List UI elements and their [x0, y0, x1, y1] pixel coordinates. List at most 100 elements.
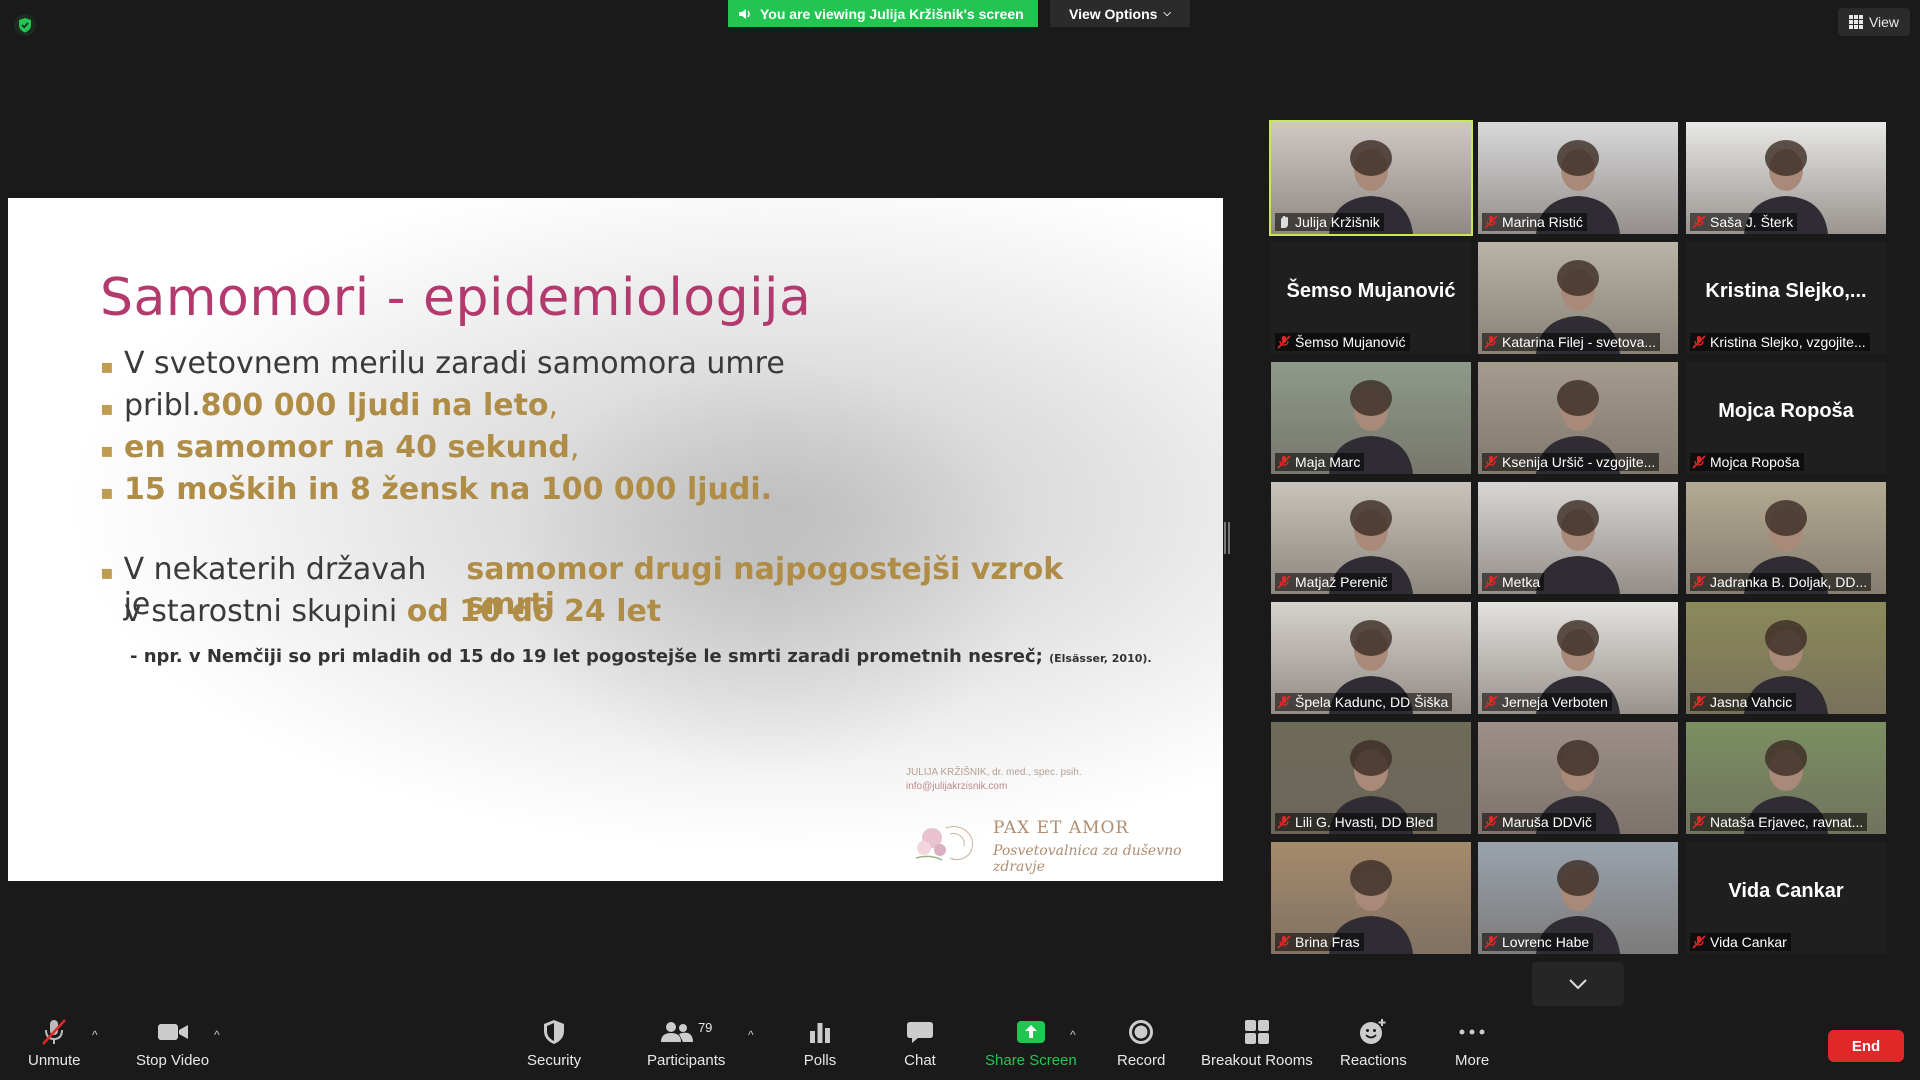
share-screen-label: Share Screen: [985, 1052, 1077, 1069]
share-options-caret[interactable]: ^: [1070, 1028, 1076, 1042]
participant-tile[interactable]: Šemso Mujanović Šemso Mujanović: [1271, 242, 1471, 354]
breakout-rooms-icon: [1240, 1018, 1274, 1046]
bullet-line: ▪ V nekaterih državah je samomor drugi na…: [100, 552, 1064, 622]
video-camera-icon: [156, 1018, 190, 1046]
muted-microphone-icon: [1484, 935, 1498, 949]
more-label: More: [1455, 1052, 1490, 1069]
bullet-line: ▪ pribl. 800 000 ljudi na leto,: [100, 388, 559, 423]
share-screen-button[interactable]: Share Screen: [985, 1018, 1077, 1069]
muted-microphone-icon: [1277, 695, 1291, 709]
unmute-label: Unmute: [28, 1052, 81, 1069]
participant-tile[interactable]: Katarina Filej - svetova...: [1478, 242, 1678, 354]
participant-tile[interactable]: Maja Marc: [1271, 362, 1471, 474]
participant-tile[interactable]: Ksenija Uršič - vzgojite...: [1478, 362, 1678, 474]
gallery-scroll-down-button[interactable]: [1532, 962, 1624, 1006]
chat-bubble-icon: [903, 1018, 937, 1046]
participant-name-label: Jadranka B. Doljak, DD...: [1690, 573, 1872, 591]
splitter-handle[interactable]: [1224, 522, 1230, 554]
end-meeting-button[interactable]: End: [1828, 1030, 1904, 1062]
video-options-caret[interactable]: ^: [214, 1028, 220, 1042]
participant-tile[interactable]: Metka: [1478, 482, 1678, 594]
muted-microphone-icon: [1277, 335, 1291, 349]
muted-microphone-icon: [1484, 815, 1498, 829]
encryption-shield-icon[interactable]: [14, 14, 36, 36]
brand-subtitle: Posvetovalnica za duševno zdravje: [993, 843, 1182, 875]
muted-microphone-icon: [1692, 815, 1706, 829]
participant-name-label: Jerneja Verboten: [1482, 693, 1612, 711]
participants-icon-group: 79: [656, 1018, 716, 1046]
participant-name-label: Matjaž Perenič: [1275, 573, 1392, 591]
muted-microphone-icon: [1484, 575, 1498, 589]
participant-tile[interactable]: Nataša Erjavec, ravnat...: [1686, 722, 1886, 834]
participant-name-label: Lovrenc Habe: [1482, 933, 1594, 951]
stop-video-button[interactable]: Stop Video: [136, 1018, 209, 1069]
muted-microphone-icon: [1277, 575, 1291, 589]
participant-name-label: Špela Kadunc, DD Šiška: [1275, 693, 1453, 711]
security-label: Security: [527, 1052, 582, 1069]
brand-name: PAX ET AMOR: [993, 818, 1130, 838]
participant-name-label: Nataša Erjavec, ravnat...: [1690, 813, 1868, 831]
participant-tile[interactable]: Julija Kržišnik: [1269, 120, 1473, 236]
reactions-button[interactable]: Reactions: [1340, 1018, 1407, 1069]
more-button[interactable]: More: [1455, 1018, 1489, 1069]
participant-tile[interactable]: Matjaž Perenič: [1271, 482, 1471, 594]
participant-name-placeholder: Mojca Ropoša: [1718, 400, 1854, 422]
more-dots-icon: [1455, 1018, 1489, 1046]
muted-microphone-icon: [1484, 215, 1498, 229]
participant-tile[interactable]: Mojca Ropoša Mojca Ropoša: [1686, 362, 1886, 474]
participant-tile[interactable]: Lovrenc Habe: [1478, 842, 1678, 954]
muted-microphone-icon: [1484, 695, 1498, 709]
banner-text: You are viewing Julija Kržišnik's screen: [760, 5, 1024, 22]
participant-name-placeholder: Vida Cankar: [1728, 880, 1844, 902]
muted-microphone-icon: [1277, 455, 1291, 469]
polls-icon: [803, 1018, 837, 1046]
participant-name-placeholder: Kristina Slejko,...: [1705, 280, 1867, 302]
participant-tile[interactable]: Jadranka B. Doljak, DD...: [1686, 482, 1886, 594]
unmute-button[interactable]: Unmute: [28, 1018, 81, 1069]
muted-microphone-icon: [37, 1018, 71, 1046]
slide-title: Samomori - epidemiologija: [100, 268, 812, 328]
participant-name-label: Metka: [1482, 573, 1545, 591]
audio-options-caret[interactable]: ^: [92, 1028, 98, 1042]
participant-tile[interactable]: Špela Kadunc, DD Šiška: [1271, 602, 1471, 714]
participant-tile[interactable]: Jasna Vahcic: [1686, 602, 1886, 714]
participant-tile[interactable]: Maruša DDVič: [1478, 722, 1678, 834]
record-icon: [1124, 1018, 1158, 1046]
flower-brain-logo-icon: [915, 826, 974, 861]
participant-tile[interactable]: Marina Ristić: [1478, 122, 1678, 234]
participant-tile[interactable]: Kristina Slejko,... Kristina Slejko, vzgo…: [1686, 242, 1886, 354]
participant-name-label: Katarina Filej - svetova...: [1482, 333, 1661, 351]
muted-microphone-icon: [1692, 575, 1706, 589]
view-options-button[interactable]: View Options ⌵: [1050, 0, 1190, 27]
record-button[interactable]: Record: [1117, 1018, 1165, 1069]
muted-microphone-icon: [1277, 815, 1291, 829]
participants-options-caret[interactable]: ^: [748, 1028, 754, 1042]
polls-button[interactable]: Polls: [803, 1018, 837, 1069]
participant-tile[interactable]: Vida Cankar Vida Cankar: [1686, 842, 1886, 954]
participant-tile[interactable]: Lili G. Hvasti, DD Bled: [1271, 722, 1471, 834]
participant-name-label: Vida Cankar: [1690, 933, 1791, 951]
participant-name-label: Maja Marc: [1275, 453, 1365, 471]
participants-button[interactable]: 79 Participants: [647, 1018, 725, 1070]
bullet-line: ▪ en samomor na 40 sekund,: [100, 430, 580, 465]
participant-tile[interactable]: Saša J. Šterk: [1686, 122, 1886, 234]
muted-microphone-icon: [1484, 335, 1498, 349]
chat-button[interactable]: Chat: [903, 1018, 937, 1069]
shared-screen-slide: Samomori - epidemiologija ▪ V svetovnem m…: [8, 198, 1223, 881]
participant-tile[interactable]: Jerneja Verboten: [1478, 602, 1678, 714]
view-button[interactable]: View: [1838, 8, 1910, 36]
chevron-down-icon: [1569, 979, 1587, 989]
breakout-rooms-label: Breakout Rooms: [1201, 1052, 1313, 1069]
participant-name-label: Maruša DDVič: [1482, 813, 1596, 831]
participant-name-placeholder: Šemso Mujanović: [1286, 280, 1456, 302]
participant-name-label: Mojca Ropoša: [1690, 453, 1804, 471]
reactions-smiley-icon: [1356, 1018, 1390, 1046]
view-label: View: [1868, 14, 1900, 30]
participant-tile[interactable]: Brina Fras: [1271, 842, 1471, 954]
security-button[interactable]: Security: [527, 1018, 581, 1069]
breakout-rooms-button[interactable]: Breakout Rooms: [1201, 1018, 1313, 1069]
participant-name-label: Brina Fras: [1275, 933, 1364, 951]
meeting-toolbar: [0, 1008, 1920, 1080]
slide-footnote: - npr. v Nemčiji so pri mladih od 15 do …: [130, 646, 1152, 667]
participant-name-label: Marina Ristić: [1482, 213, 1587, 231]
